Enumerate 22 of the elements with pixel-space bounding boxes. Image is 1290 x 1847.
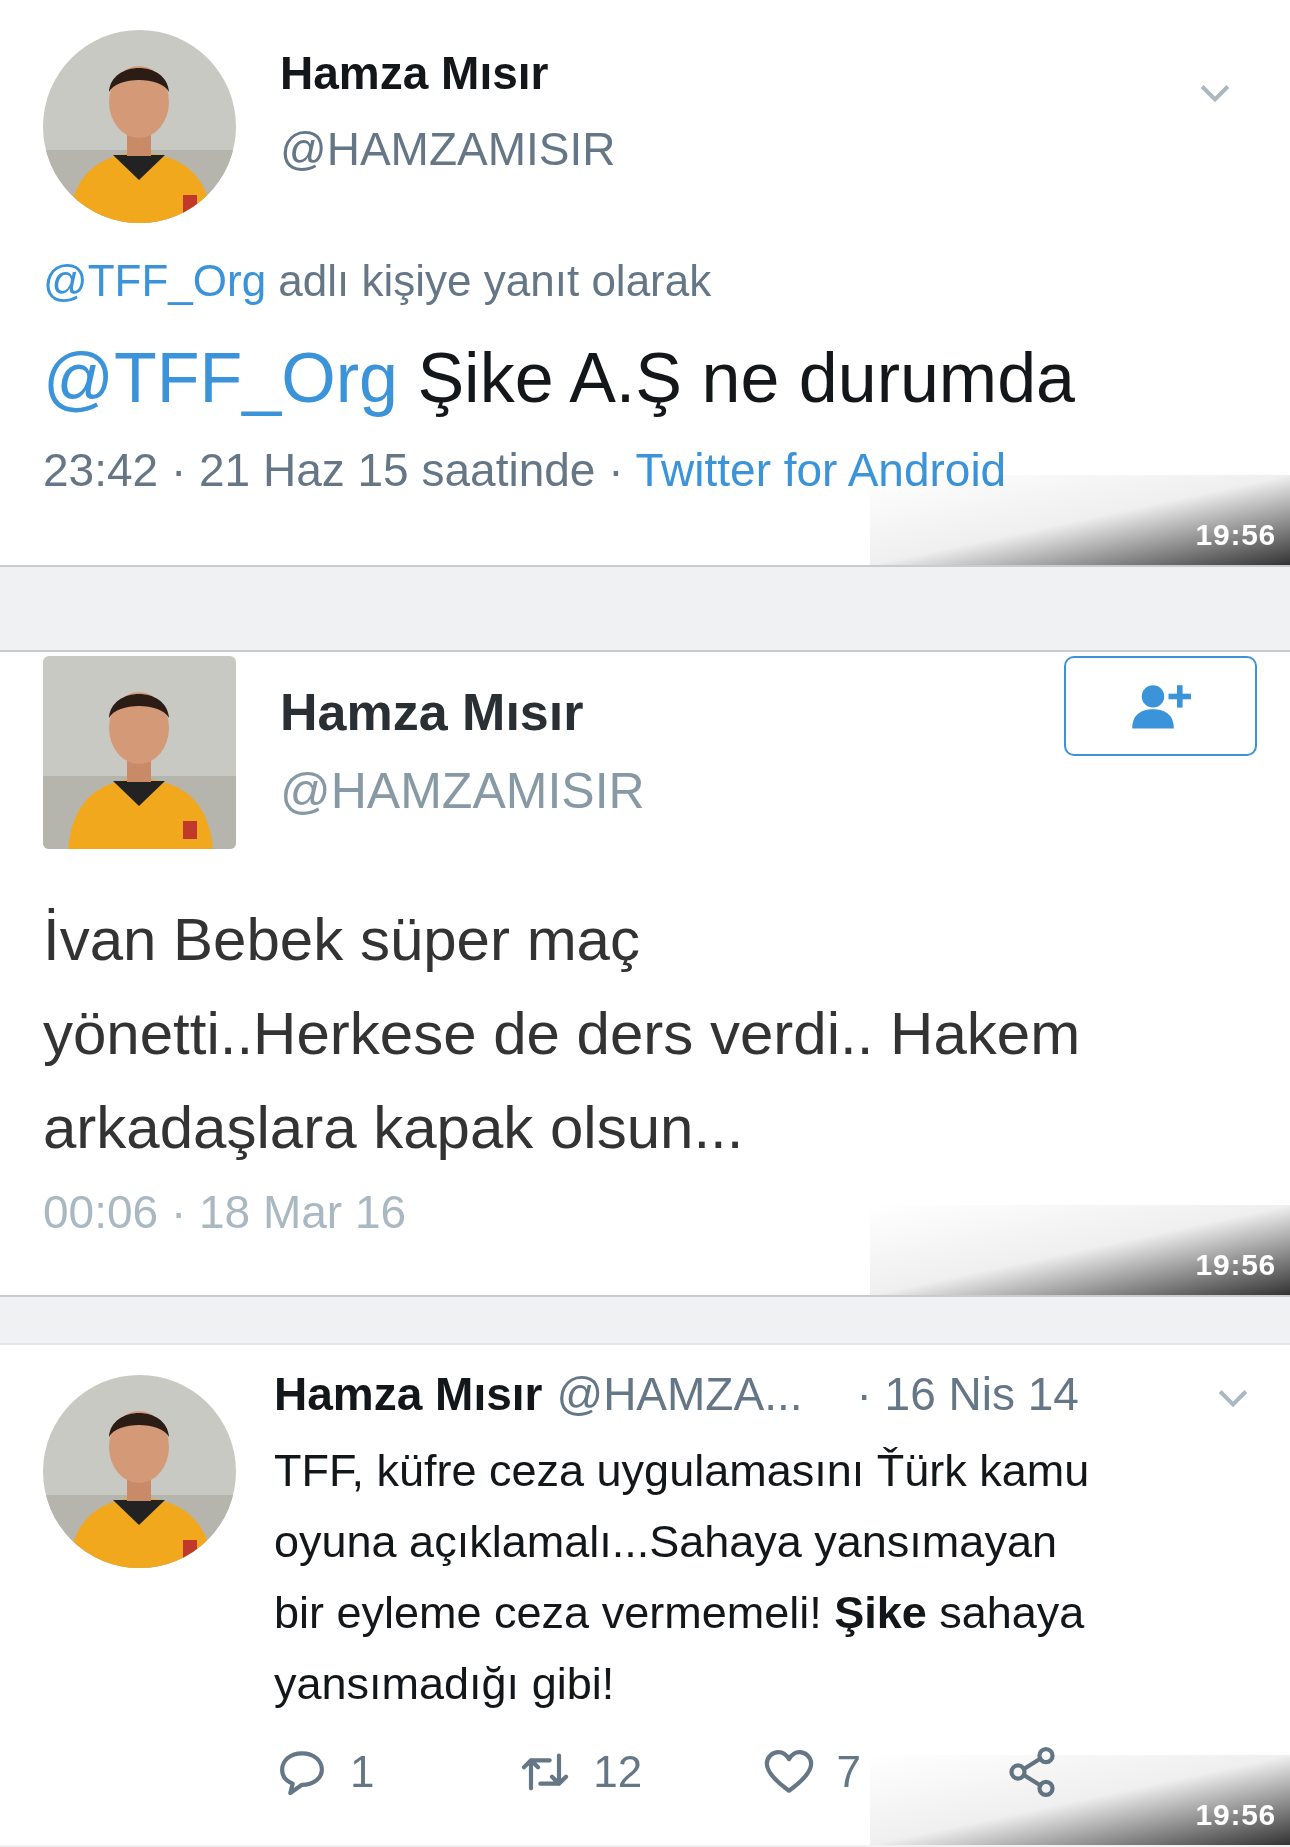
- tweet-date: · 16 Nis 14: [856, 1371, 1079, 1417]
- screenshot-time: 19:56: [1195, 1247, 1276, 1283]
- tweet-timestamp: 23:42 · 21 Haz 15 saatinde ·: [43, 447, 624, 493]
- user-handle: @HAMZA...: [556, 1371, 803, 1417]
- user-name: Hamza Mısır: [274, 1371, 543, 1417]
- source-link[interactable]: Twitter for Android: [635, 447, 1007, 493]
- user-name: Hamza Mısır: [280, 50, 550, 96]
- mention-link[interactable]: @TFF_Org: [43, 256, 267, 305]
- stat-count: 12: [593, 1746, 643, 1798]
- stat-count: 7: [836, 1746, 861, 1798]
- tweet-timestamp: 00:06 · 18 Mar 16: [43, 1189, 408, 1235]
- screenshot-time: 19:56: [1195, 1797, 1276, 1833]
- mention-link[interactable]: @TFF_Org: [43, 339, 398, 417]
- tweet-text: TFF, küfre ceza uygulamasını Ťürk kamu oyuna açıklamalı...Sahaya yansımayan bir eyleme ceza vermemeli! Şike sahaya yansımadığı gibi!: [274, 1444, 1091, 1711]
- stat-count: 1: [350, 1746, 375, 1798]
- user-handle: @HAMZAMISIR: [280, 766, 646, 816]
- follow-button[interactable]: [1064, 656, 1257, 756]
- user-name: Hamza Mısır: [280, 686, 585, 738]
- screenshot-time: 19:56: [1195, 517, 1276, 553]
- user-handle: @HAMZAMISIR: [280, 126, 617, 172]
- tweet-text: İvan Bebek süper maç yönetti..Herkese de ders verdi.. Hakem arkadaşlara kapak olsun...: [43, 905, 1082, 1163]
- reply-context: @TFF_Org adlı kişiye yanıt olarak: [43, 259, 713, 303]
